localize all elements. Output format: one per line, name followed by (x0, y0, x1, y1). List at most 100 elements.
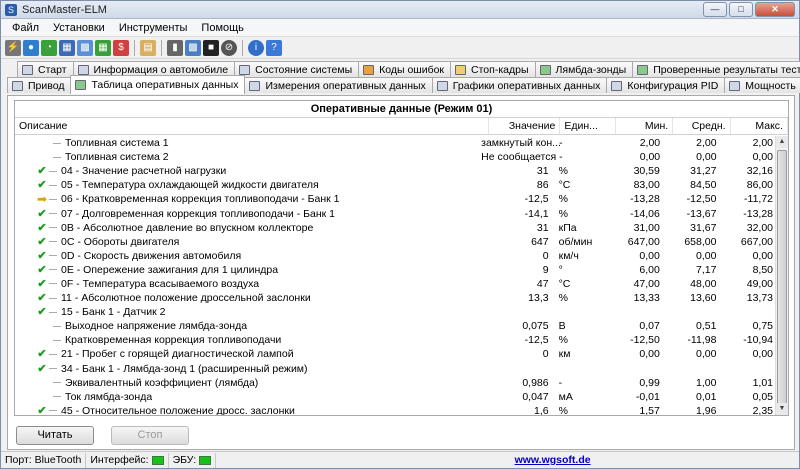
tree-connector (53, 142, 61, 144)
column-header-max[interactable]: Макс. (731, 118, 788, 134)
tab-live-data-graphs[interactable]: Графики оперативных данных (431, 77, 608, 93)
checkmark-icon[interactable]: ✔ (35, 250, 49, 262)
website-link[interactable]: www.wgsoft.de (306, 453, 799, 468)
scroll-up-icon[interactable]: ▲ (776, 136, 788, 148)
row-avg: 2,00 (696, 137, 717, 150)
table-row[interactable]: ✔ 05 - Температура охлаждающей жидкости д… (15, 178, 777, 192)
table-row[interactable]: ✔ 0E - Опережение зажигания для 1 цилиндр… (15, 263, 777, 277)
checkmark-icon[interactable]: ✔ (35, 278, 49, 290)
tab-label: Старт (38, 63, 67, 76)
maximize-icon[interactable]: □ (729, 2, 753, 17)
tab-live-data-meters[interactable]: Измерения оперативных данных (244, 77, 433, 93)
table-row[interactable]: ✔ 0D - Скорость движения автомобиля 0 км/ч 0… (15, 249, 777, 263)
checkmark-icon[interactable]: ✔ (35, 292, 49, 304)
stop-button[interactable]: Стоп (111, 426, 189, 445)
tab-freeze-frames[interactable]: Стоп-кадры (450, 61, 536, 77)
info-icon[interactable]: i (248, 39, 264, 56)
tab-system-status[interactable]: Состояние системы (234, 61, 360, 77)
column-header-value[interactable]: Значение (489, 118, 561, 134)
tab-power[interactable]: Мощность (724, 77, 800, 93)
table-row[interactable]: ✔ 04 - Значение расчетной нагрузки 31% 30,5… (15, 164, 777, 178)
vertical-scrollbar[interactable]: ▲ ▼ (775, 136, 788, 415)
gauge-icon[interactable]: ◔ (41, 39, 57, 56)
checkmark-icon[interactable]: ✔ (35, 264, 49, 276)
table-row[interactable]: ✔ 15 - Банк 1 - Датчик 2 (15, 305, 777, 319)
live-data-panel: Оперативные данные (Режим 01) Описание З… (7, 95, 795, 450)
row-avg: 0,01 (696, 390, 717, 403)
device-icon[interactable]: ■ (203, 39, 219, 56)
terminal-icon[interactable]: ▮ (167, 39, 183, 56)
table-row[interactable]: ➡ 06 - Кратковременная коррекция топливоп… (15, 192, 777, 206)
tab-live-data-table[interactable]: Таблица оперативных данных (70, 75, 246, 94)
menu-tools[interactable]: Инструменты (112, 19, 195, 37)
tree-connector (53, 339, 61, 341)
row-value: Не сообщается (481, 151, 557, 164)
table-row[interactable]: ✔ 34 - Банк 1 - Лямбда-зонд 1 (расширенны… (15, 362, 777, 376)
tab-trouble-codes[interactable]: Коды ошибок (358, 61, 452, 77)
checkmark-icon[interactable]: ✔ (35, 306, 49, 318)
tab-drive[interactable]: Привод (7, 77, 72, 93)
tab-label: Графики оперативных данных (452, 79, 601, 92)
table-row[interactable]: ✔ 07 - Долговременная коррекция топливопо… (15, 206, 777, 220)
menu-file[interactable]: Файл (5, 19, 46, 37)
globe-icon[interactable]: ● (23, 39, 39, 56)
scroll-down-icon[interactable]: ▼ (776, 403, 788, 415)
table-row[interactable]: ✔ 0F - Температура всасываемого воздуха 47… (15, 277, 777, 291)
tab-icon (436, 80, 448, 91)
clipboard-icon[interactable]: ▤ (140, 39, 156, 56)
row-unit: °C (558, 277, 571, 290)
checkmark-icon[interactable]: ✔ (35, 208, 49, 220)
tab-pid-config[interactable]: Конфигурация PID (606, 77, 726, 93)
column-header-min[interactable]: Мин. (616, 118, 674, 134)
row-description: ✔ 34 - Банк 1 - Лямбда-зонд 1 (расширенны… (15, 363, 482, 375)
menu-bar: Файл Установки Инструменты Помощь (1, 19, 799, 37)
table-row[interactable]: Кратковременная коррекция топливоподачи -… (15, 333, 777, 347)
scroll-thumb[interactable] (777, 150, 787, 412)
tab-test-results[interactable]: Проверенные результаты теста (632, 61, 800, 77)
minimize-icon[interactable]: — (703, 2, 727, 17)
interface-label: Интерфейс: (90, 454, 149, 466)
checkmark-icon[interactable]: ✔ (35, 222, 49, 234)
column-header-unit[interactable]: Един... (560, 118, 616, 134)
dollar-icon[interactable]: $ (113, 39, 129, 56)
tab-label: Мощность (745, 79, 796, 92)
checkmark-icon[interactable]: ✔ (35, 236, 49, 248)
table-row[interactable]: ✔ 0B - Абсолютное давление во впускном ко… (15, 221, 777, 235)
connect-icon[interactable]: ⚡ (5, 39, 21, 56)
table-row[interactable]: Ток лямбда-зонда 0,047 мА -0,01 0,01 0,05 (15, 390, 777, 404)
table-row[interactable]: Топливная система 2 Не сообщается - 0,00 0,0… (15, 150, 777, 164)
table-row[interactable]: Выходное напряжение лямбда-зонда 0,075 В 0,… (15, 319, 777, 333)
table-row[interactable]: ✔ 0C - Обороты двигателя 647 об/мин 647,00 65… (15, 235, 777, 249)
table-row[interactable]: ✔ 45 - Относительное положение дросс. зас… (15, 404, 777, 416)
monitor-icon[interactable]: ▩ (185, 39, 201, 56)
tree-connector (53, 382, 61, 384)
table-row[interactable]: Эквивалентный коэффициент (лямбда) 0,986-… (15, 376, 777, 390)
table-row[interactable]: ✔ 21 - Пробег с горящей диагностической л… (15, 347, 777, 361)
chart-icon[interactable]: ▩ (77, 39, 93, 56)
row-min: -0,01 (635, 390, 660, 403)
grid-icon[interactable]: ▦ (95, 39, 111, 56)
checkmark-icon[interactable]: ✔ (35, 405, 49, 415)
row-description-text: 0B - Абсолютное давление во впускном кол… (61, 221, 314, 234)
tab-lambda-sensors[interactable]: Лямбда-зонды (534, 61, 634, 77)
arrow-pointer-icon[interactable]: ➡ (35, 193, 49, 205)
read-button[interactable]: Читать (16, 426, 94, 445)
row-max: 2,35 (752, 404, 774, 416)
help-icon[interactable]: ? (266, 39, 282, 56)
table-row[interactable]: Топливная система 1 замкнутый кон... - 2,00… (15, 136, 777, 150)
table-row[interactable]: ✔ 11 - Абсолютное положение дроссельной з… (15, 291, 777, 305)
table-icon[interactable]: ▦ (59, 39, 75, 56)
menu-settings[interactable]: Установки (46, 19, 112, 37)
close-icon[interactable]: ✕ (755, 2, 795, 17)
checkmark-icon[interactable]: ✔ (35, 179, 49, 191)
checkmark-icon[interactable]: ✔ (35, 348, 49, 360)
column-header-avg[interactable]: Средн. (673, 118, 731, 134)
stop-sign-icon[interactable]: ⊘ (221, 39, 237, 56)
column-header-description[interactable]: Описание (15, 118, 490, 134)
menu-help[interactable]: Помощь (194, 19, 251, 37)
row-description: Эквивалентный коэффициент (лямбда) (15, 377, 482, 389)
row-description: ✔ 0B - Абсолютное давление во впускном ко… (15, 222, 482, 234)
checkmark-icon[interactable]: ✔ (35, 165, 49, 177)
tab-start[interactable]: Старт (17, 61, 74, 77)
checkmark-icon[interactable]: ✔ (35, 363, 49, 375)
